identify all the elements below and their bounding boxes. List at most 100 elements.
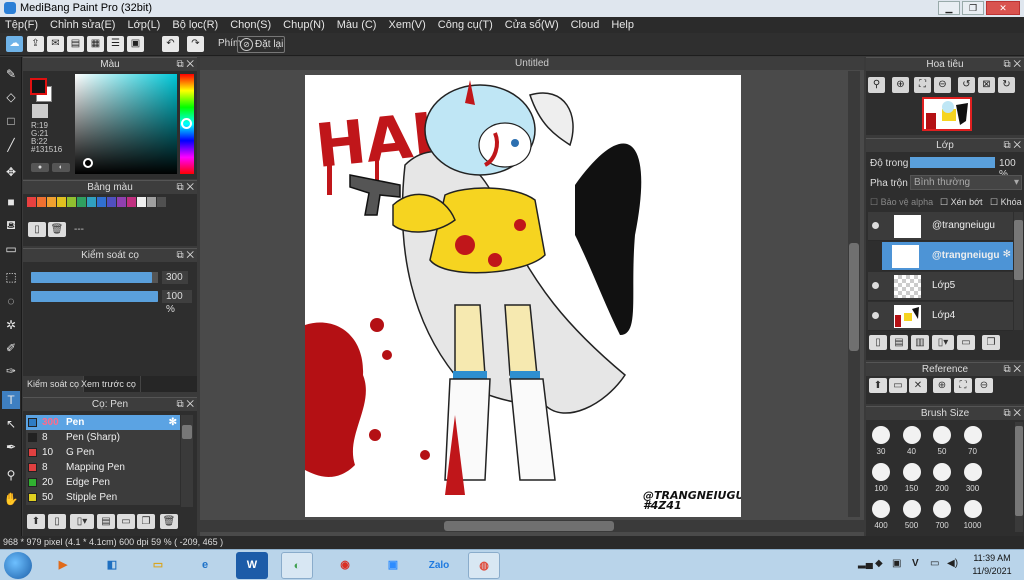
blend-mode-select[interactable]: Bình thường ▾ [910, 175, 1022, 190]
message-icon[interactable]: ▤ [67, 36, 84, 52]
hue-marker[interactable] [181, 118, 192, 129]
color-picker-marker[interactable] [83, 158, 93, 168]
text-tool-icon[interactable]: T [2, 391, 20, 409]
hand-tool-icon[interactable]: ✋ [2, 490, 20, 508]
fit-icon[interactable]: ⛶ [914, 77, 931, 93]
transparent-swatch[interactable] [32, 104, 48, 118]
word-icon[interactable]: W [236, 552, 268, 579]
document-tab[interactable]: Untitled [200, 57, 864, 70]
bucket-tool-icon[interactable]: ⛾ [2, 216, 20, 234]
chrome-icon[interactable]: ◉ [329, 552, 361, 579]
undo-icon[interactable]: ↶ [162, 36, 179, 52]
panel-close-icon[interactable]: ⧉ ✕ [1003, 58, 1021, 71]
layer-folder-icon[interactable]: ▭ [957, 335, 975, 350]
lasso-tool-icon[interactable]: ◌ [2, 292, 20, 310]
brush-size-preset[interactable] [933, 426, 951, 444]
brush-size-preset[interactable] [872, 426, 890, 444]
panel-close-icon[interactable]: ⧉ ✕ [1003, 139, 1021, 152]
palette-swatch[interactable] [27, 197, 36, 207]
palette-swatch[interactable] [97, 197, 106, 207]
layer-row[interactable]: Lớp4 [868, 302, 1013, 331]
add-brush-icon[interactable]: ⬆ [27, 514, 45, 529]
rectangle-tool-icon[interactable]: □ [2, 112, 20, 130]
brush-item[interactable]: 10 G Pen [26, 445, 180, 460]
color-swap-button[interactable]: ◐ [52, 163, 70, 172]
media-player-icon[interactable]: ▶ [47, 552, 79, 579]
layer-scrollbar[interactable] [1014, 212, 1023, 330]
palette-swatch[interactable] [117, 197, 126, 207]
volume-icon[interactable]: ◀) [947, 558, 958, 569]
gradient-tool-icon[interactable]: ▭ [2, 240, 20, 258]
brush-size-preset[interactable] [902, 463, 921, 481]
brush-item[interactable]: 300 Pen ✻ [26, 415, 180, 430]
menu-color[interactable]: Màu (C) [332, 17, 384, 33]
move-tool-icon[interactable]: ✥ [2, 163, 20, 181]
menu-edit[interactable]: Chỉnh sửa(E) [45, 17, 122, 33]
duplicate-layer-icon[interactable]: ❐ [982, 335, 1000, 350]
battery-icon[interactable]: ▭ [930, 558, 939, 569]
brush-size-slider[interactable] [31, 272, 152, 283]
menu-layer[interactable]: Lớp(L) [122, 17, 167, 33]
medibang-icon[interactable]: ◍ [468, 552, 500, 579]
lock-option[interactable]: ☐ Khóa [990, 197, 1022, 208]
new-8bit-layer-icon[interactable]: ▥ [911, 335, 929, 350]
brush-opacity-value[interactable]: 100 % [162, 290, 192, 315]
grid-icon[interactable]: ▣ [127, 36, 144, 52]
brush-opacity-slider[interactable] [31, 291, 158, 302]
brush-item[interactable]: 20 Edge Pen [26, 475, 180, 490]
protect-alpha-option[interactable]: ☐ Bảo vệ alpha [870, 197, 933, 208]
tab-brush-preview[interactable]: Xem trước cọ [77, 376, 141, 392]
size-slider-track[interactable] [31, 272, 158, 283]
new-halftone-layer-icon[interactable]: ▤ [890, 335, 908, 350]
brush-size-value[interactable]: 300 [162, 271, 188, 284]
select-tool-icon[interactable]: ⬚ [2, 268, 20, 286]
eye-icon[interactable] [872, 222, 879, 229]
panel-close-icon[interactable]: ⧉ ✕ [1003, 363, 1021, 376]
reference-cloud-icon[interactable]: ⬆ [869, 378, 887, 393]
redo-icon[interactable]: ↷ [187, 36, 204, 52]
share-icon[interactable]: ⇪ [27, 36, 44, 52]
clipping-option[interactable]: ☐ Xén bớt [940, 197, 983, 208]
brush-settings-icon[interactable]: ▤ [97, 514, 115, 529]
panel-close-icon[interactable]: ⧉ ✕ [176, 58, 194, 71]
eyedropper-tool-icon[interactable]: ⚲ [2, 466, 20, 484]
palette-swatch[interactable] [87, 197, 96, 207]
brush-size-preset[interactable] [902, 426, 921, 444]
brush-size-preset[interactable] [963, 463, 982, 481]
brush-list-scrollbar[interactable] [181, 415, 193, 507]
minimize-button[interactable]: ▁ [938, 1, 960, 15]
canvas-horizontal-scroll-thumb[interactable] [444, 521, 614, 531]
brush-item[interactable]: 8 Mapping Pen [26, 460, 180, 475]
divide-tool-icon[interactable]: ✒ [2, 438, 20, 456]
fill-rect-tool-icon[interactable]: ■ [2, 193, 20, 211]
internet-explorer-icon[interactable]: e [189, 552, 221, 579]
start-button[interactable] [4, 552, 32, 579]
input-language[interactable]: V [912, 558, 919, 569]
eraser-tool-icon[interactable]: ◇ [2, 88, 20, 106]
gear-icon[interactable]: ✻ [169, 415, 177, 430]
opacity-slider-track[interactable] [31, 291, 158, 302]
restore-button[interactable]: ❐ [962, 1, 984, 15]
brush-size-preset[interactable] [963, 426, 982, 444]
taskbar-clock[interactable]: 11:39 AM 11/9/2021 [964, 552, 1020, 578]
brush-tool-icon[interactable]: ✎ [2, 65, 20, 83]
brush-size-preset[interactable] [902, 500, 921, 518]
reference-close-icon[interactable]: ✕ [909, 378, 927, 393]
menu-filter[interactable]: Bộ lọc(R) [167, 17, 225, 33]
new-palette-icon[interactable]: ▯ [28, 222, 46, 237]
palette-swatch[interactable] [127, 197, 136, 207]
layer-row[interactable]: Lớp5 [868, 272, 1013, 301]
palette-swatch[interactable] [57, 197, 66, 207]
zoom-out-icon[interactable]: ⊖ [934, 77, 951, 93]
menu-tools[interactable]: Công cụ(T) [433, 17, 500, 33]
brush-menu-icon[interactable]: ▯▾ [70, 514, 94, 529]
brush-size-preset[interactable] [933, 463, 951, 481]
document-icon[interactable]: ▦ [87, 36, 104, 52]
zoom-icon[interactable]: ⚲ [868, 77, 885, 93]
reference-fit-icon[interactable]: ⛶ [954, 378, 972, 393]
rotate-right-icon[interactable]: ↻ [998, 77, 1015, 93]
palette-swatch[interactable] [157, 197, 166, 207]
file-explorer-icon[interactable]: ▭ [142, 552, 174, 579]
reference-zoom-in-icon[interactable]: ⊕ [933, 378, 951, 393]
select-eraser-icon[interactable]: ✑ [2, 362, 20, 380]
